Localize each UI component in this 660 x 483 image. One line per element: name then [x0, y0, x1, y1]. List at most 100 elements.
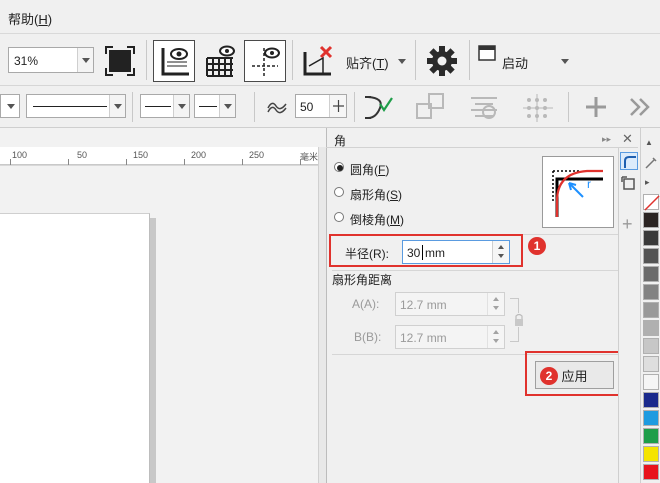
- option-scallop-label: 扇形角(S): [350, 188, 403, 202]
- color-swatch[interactable]: [643, 302, 659, 318]
- radio-round[interactable]: [334, 162, 344, 172]
- docker-close-icon[interactable]: ✕: [622, 131, 633, 147]
- option-round[interactable]: 圆角(F): [334, 161, 424, 177]
- gear-icon: [427, 46, 457, 76]
- color-swatch[interactable]: [643, 428, 659, 444]
- docker-add-tab-icon[interactable]: +: [622, 214, 633, 235]
- smoothing-input[interactable]: 50: [295, 94, 347, 118]
- transform-tab-icon: [621, 176, 635, 190]
- distance-a-input[interactable]: 12.7 mm: [395, 292, 505, 316]
- menu-bar: 帮助(H): [0, 0, 660, 34]
- line-start-combo[interactable]: [140, 94, 190, 118]
- option-chamfer-label: 倒棱角(M): [350, 213, 404, 227]
- palette-scroll-up-icon[interactable]: ▲: [645, 138, 653, 147]
- color-swatch[interactable]: [643, 248, 659, 264]
- ruler-label-100: 100: [12, 150, 28, 160]
- radio-scallop[interactable]: [334, 187, 344, 197]
- color-swatch[interactable]: [643, 446, 659, 462]
- color-swatch[interactable]: [643, 410, 659, 426]
- snap-off-button[interactable]: [298, 42, 338, 80]
- text-lines-icon: [471, 97, 497, 119]
- step-badge-2: 2: [540, 367, 558, 385]
- radio-chamfer[interactable]: [334, 212, 344, 222]
- show-rulers-button[interactable]: [153, 40, 195, 82]
- wrap-paragraph-icon: [416, 93, 444, 119]
- smoothing-stepper[interactable]: [329, 95, 346, 117]
- more-tools-button[interactable]: [620, 90, 660, 124]
- close-curve-button[interactable]: [360, 90, 396, 124]
- application-launcher-label[interactable]: 启动: [502, 53, 528, 72]
- distance-b-stepper[interactable]: [487, 326, 504, 348]
- ruler-label-200: 200: [191, 150, 207, 160]
- color-swatch[interactable]: [643, 284, 659, 300]
- grid-eye-icon: [206, 45, 235, 77]
- distance-b-label: B(B):: [354, 330, 382, 344]
- application-launcher-icon: [478, 45, 496, 61]
- radius-input[interactable]: 30 mm: [402, 240, 510, 264]
- full-screen-icon: [105, 46, 135, 76]
- palette-eyedropper-icon[interactable]: [644, 156, 658, 170]
- smoothing-icon: [266, 98, 288, 114]
- full-screen-preview-button[interactable]: [100, 44, 140, 78]
- launcher-dropdown-arrow[interactable]: [561, 59, 569, 64]
- vertical-scrollbar[interactable]: [318, 147, 326, 483]
- ruler-label-250: 250: [249, 150, 265, 160]
- wrap-text-button[interactable]: [412, 90, 450, 124]
- horizontal-ruler: 100 50 150 200 250 毫米: [0, 147, 318, 165]
- guidelines-eye-icon: [252, 47, 280, 76]
- start-arrowhead-combo[interactable]: [0, 94, 20, 118]
- radius-value: 30: [407, 246, 421, 260]
- plus-icon: [586, 97, 606, 117]
- menu-help[interactable]: 帮助(H): [8, 9, 52, 28]
- docker-collapse-icon[interactable]: ▸▸: [602, 134, 611, 145]
- snap-dropdown-arrow[interactable]: [398, 59, 406, 64]
- distance-a-value: 12.7 mm: [400, 298, 447, 312]
- show-grid-button[interactable]: [199, 40, 241, 82]
- distance-b-value: 12.7 mm: [400, 331, 447, 345]
- scallop-distance-label: 扇形角距离: [332, 273, 393, 287]
- options-button[interactable]: [422, 42, 462, 80]
- smoothing-value: 50: [300, 100, 314, 114]
- snap-to-menu[interactable]: 贴齐(T): [346, 53, 389, 72]
- radius-label: 半径(R):: [345, 247, 389, 261]
- distance-b-input[interactable]: 12.7 mm: [395, 325, 505, 349]
- no-color-swatch[interactable]: [643, 194, 660, 211]
- add-button[interactable]: [578, 90, 614, 124]
- dotted-grid-icon: [523, 94, 553, 122]
- snap-off-icon: [303, 45, 333, 76]
- outline-style-combo[interactable]: [26, 94, 126, 118]
- color-swatch[interactable]: [643, 212, 659, 228]
- zoom-level-combo[interactable]: 31%: [8, 47, 94, 73]
- radius-stepper[interactable]: [492, 241, 509, 263]
- lock-icon[interactable]: [514, 313, 524, 327]
- color-swatch[interactable]: [643, 338, 659, 354]
- text-align-button[interactable]: [464, 90, 504, 124]
- text-cursor: [422, 245, 423, 260]
- docker-tabs: [618, 148, 640, 483]
- color-swatch[interactable]: [643, 320, 659, 336]
- document-page: [0, 213, 150, 483]
- outline-style-arrow[interactable]: [109, 95, 125, 117]
- docker-tab-transform[interactable]: [621, 176, 637, 192]
- option-scallop[interactable]: 扇形角(S): [334, 186, 424, 202]
- corner-tab-icon: [624, 156, 636, 168]
- zoom-dropdown-arrow[interactable]: [77, 48, 93, 72]
- color-swatch[interactable]: [643, 392, 659, 408]
- color-swatch[interactable]: [643, 464, 659, 480]
- docker-tab-corner[interactable]: [620, 152, 638, 170]
- distance-a-stepper[interactable]: [487, 293, 504, 315]
- line-end-combo[interactable]: [194, 94, 236, 118]
- option-round-label: 圆角(F): [350, 163, 390, 177]
- corner-preview: r: [542, 156, 614, 228]
- double-chevron-right-icon: [630, 98, 650, 116]
- show-guidelines-button[interactable]: [244, 40, 286, 82]
- radius-unit: mm: [425, 246, 445, 260]
- color-swatch[interactable]: [643, 266, 659, 282]
- option-chamfer[interactable]: 倒棱角(M): [334, 211, 424, 227]
- color-swatch[interactable]: [643, 374, 659, 390]
- preview-radius-symbol: r: [587, 177, 591, 191]
- palette-expand-icon[interactable]: ▸: [645, 177, 650, 188]
- color-swatch[interactable]: [643, 230, 659, 246]
- convert-to-bitmap-button[interactable]: [518, 90, 558, 124]
- color-swatch[interactable]: [643, 356, 659, 372]
